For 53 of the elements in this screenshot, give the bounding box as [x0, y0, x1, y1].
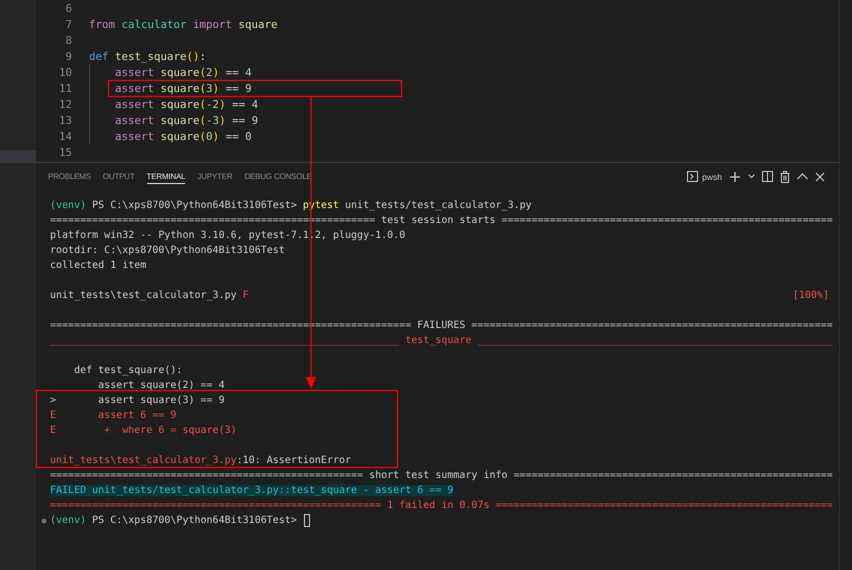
code-line: assert square(3) == 9: [115, 82, 252, 94]
terminal-text: [100%]: [792, 290, 829, 301]
terminal-text: (venv): [50, 515, 86, 526]
line-number: 10: [58, 66, 72, 78]
chevron-up-icon[interactable]: [797, 173, 808, 180]
line-number: 14: [58, 130, 72, 142]
terminal-text: unit_tests\test_calculator_3.py: [50, 455, 237, 466]
chevron-down-icon[interactable]: [748, 174, 755, 179]
panel-tab[interactable]: OUTPUT: [102, 170, 135, 184]
terminal-text: unit_tests\test_calculator_3.py: [50, 290, 238, 301]
command-decoration-icon: [41, 518, 47, 524]
terminal-text: def test_square():: [73, 365, 182, 376]
plus-icon[interactable]: [729, 170, 741, 182]
code-line: from calculator import square: [89, 18, 278, 30]
terminal-text: > assert square(3) == 9: [50, 395, 225, 406]
terminal-text: (venv): [50, 200, 86, 211]
line-number: 12: [58, 98, 72, 110]
terminal-text: E assert 6 == 9: [50, 410, 176, 421]
terminal-profile-button[interactable]: pwsh: [687, 171, 722, 182]
terminal-text: F: [242, 290, 249, 301]
split-icon[interactable]: [762, 171, 773, 182]
line-number: 7: [64, 18, 72, 30]
panel-tab[interactable]: PROBLEMS: [48, 170, 91, 184]
terminal-text: PS C:\xps8700\Python64Bit3106Test>: [91, 515, 298, 526]
code-line: assert square(-2) == 4: [115, 98, 258, 110]
trash-icon[interactable]: [780, 170, 790, 182]
terminal-text: :10: AssertionError: [236, 455, 352, 466]
terminal-cursor: [304, 514, 310, 527]
code-line: def test_square():: [89, 50, 206, 62]
line-number: 9: [64, 50, 72, 62]
panel-tab[interactable]: TERMINAL: [146, 170, 186, 184]
code-line: assert square(2) == 4: [115, 66, 252, 78]
terminal-text: ======================================================= 1 failed in 0.07s ========================================================: [50, 500, 833, 511]
line-number: 11: [58, 82, 72, 94]
panel-tab[interactable]: DEBUG CONSOLE: [244, 170, 312, 184]
terminal-text: rootdir: C:\xps8700\Python64Bit3106Test: [50, 245, 285, 256]
terminal-text: assert square(2) == 4: [97, 380, 225, 391]
terminal-icon: [687, 171, 698, 182]
code-line: assert square(-3) == 9: [115, 114, 258, 126]
terminal-text: ==================================================== short test summary info =====================================================: [50, 470, 833, 481]
code-line: assert square(0) == 0: [115, 130, 252, 142]
terminal-text: PS C:\xps8700\Python64Bit3106Test>: [91, 200, 298, 211]
close-icon[interactable]: [815, 172, 825, 182]
terminal-text: __________________________________________________________ test_square ___________________________________________________________: [50, 335, 833, 346]
terminal-text: E + where 6 = square(3): [50, 425, 237, 436]
terminal-text: collected 1 item: [50, 260, 146, 271]
line-number: 15: [58, 146, 72, 158]
terminal-text: FAILED unit_tests/test_calculator_3.py::test_square - assert 6 == 9: [50, 485, 454, 496]
terminal-text: unit_tests/test_calculator_3.py: [344, 200, 532, 211]
line-number: 13: [58, 114, 72, 126]
line-number: 6: [64, 2, 72, 14]
panel-tab[interactable]: JUPYTER: [197, 170, 232, 184]
line-number: 8: [64, 34, 72, 46]
